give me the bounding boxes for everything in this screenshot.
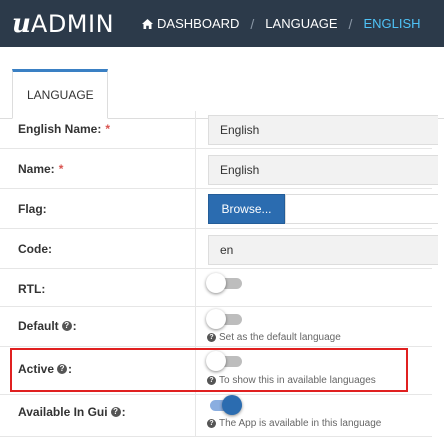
label-colon: : [72, 319, 77, 333]
browse-button[interactable]: Browse... [208, 194, 285, 224]
default-help: ? Set as the default language [207, 332, 341, 343]
flag-label: Flag: [18, 202, 47, 216]
active-toggle[interactable] [206, 351, 242, 371]
breadcrumb-english: ENGLISH [363, 16, 421, 31]
available-in-gui-help: ? The App is available in this language [207, 418, 381, 429]
question-circle-icon: ? [207, 419, 216, 428]
rtl-toggle[interactable] [206, 273, 242, 293]
name-label: Name: * [18, 162, 63, 176]
default-help-text: Set as the default language [219, 332, 341, 343]
breadcrumb-separator: / [250, 15, 255, 32]
rtl-label: RTL: [18, 282, 46, 296]
available-in-gui-label: Available In Gui?: [18, 405, 126, 419]
available-in-gui-help-text: The App is available in this language [219, 418, 382, 429]
name-input[interactable]: English [208, 155, 438, 185]
app-logo[interactable]: u ADMIN [12, 9, 114, 39]
english-name-input[interactable]: English [208, 115, 438, 145]
code-label: Code: [18, 242, 52, 256]
active-label-text: Active [18, 362, 55, 376]
active-help: ? To show this in available languages [207, 375, 376, 386]
help-icon[interactable]: ? [110, 407, 121, 417]
question-circle-icon: ? [207, 376, 216, 385]
default-label: Default?: [18, 319, 77, 333]
default-toggle[interactable] [206, 309, 242, 329]
breadcrumb-dashboard[interactable]: DASHBOARD [142, 16, 239, 31]
home-icon [142, 18, 154, 29]
breadcrumb-dashboard-label: DASHBOARD [157, 16, 240, 31]
active-label: Active?: [18, 362, 72, 376]
english-name-label: English Name: * [18, 122, 110, 136]
question-circle-icon: ? [207, 333, 216, 342]
help-icon[interactable]: ? [61, 321, 72, 331]
logo-admin: ADMIN [30, 9, 115, 38]
name-label-text: Name: [18, 162, 55, 176]
breadcrumb: DASHBOARD / LANGUAGE / ENGLISH [142, 15, 421, 32]
breadcrumb-separator: / [348, 15, 353, 32]
code-input[interactable]: en [208, 235, 438, 265]
available-in-gui-label-text: Available In Gui [18, 405, 108, 419]
label-colon: : [68, 362, 73, 376]
flag-file-field[interactable] [285, 194, 438, 224]
tab-bar: LANGUAGE [0, 47, 444, 119]
logo-u: u [12, 8, 31, 39]
active-help-text: To show this in available languages [219, 375, 376, 386]
top-navbar: u ADMIN DASHBOARD / LANGUAGE / ENGLISH [0, 0, 444, 47]
help-icon[interactable]: ? [57, 364, 68, 374]
default-label-text: Default [18, 319, 59, 333]
breadcrumb-language[interactable]: LANGUAGE [265, 16, 337, 31]
english-name-label-text: English Name: [18, 122, 102, 136]
available-in-gui-toggle[interactable] [206, 395, 242, 415]
label-colon: : [121, 405, 126, 419]
required-marker: * [105, 122, 111, 136]
required-marker: * [58, 162, 64, 176]
